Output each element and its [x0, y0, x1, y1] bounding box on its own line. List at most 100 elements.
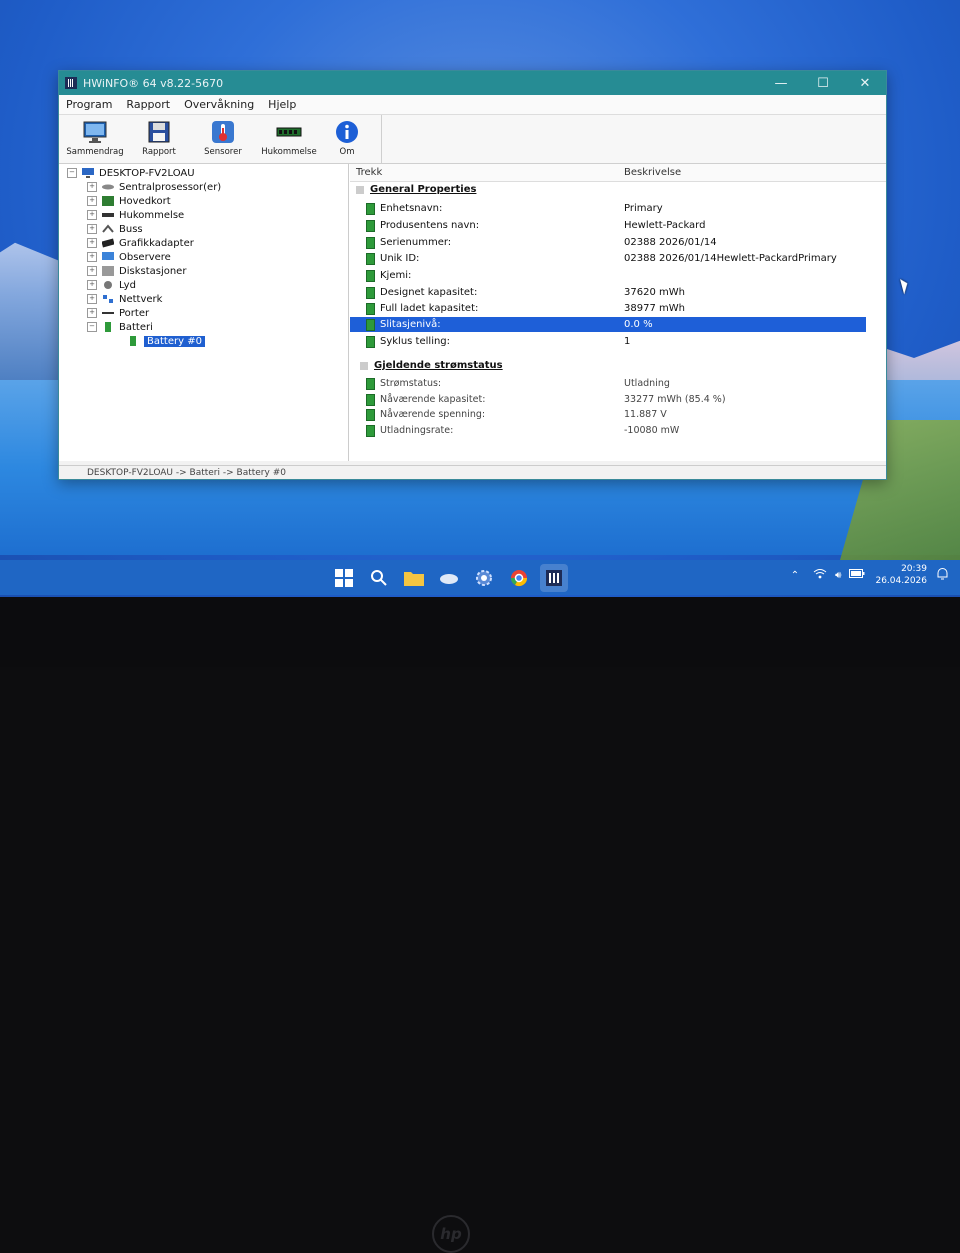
- settings-button[interactable]: [470, 564, 498, 592]
- expand-icon[interactable]: +: [87, 210, 97, 220]
- maximize-button[interactable]: ☐: [802, 76, 844, 91]
- minimize-button[interactable]: —: [760, 76, 802, 91]
- toolbar-separator: [381, 115, 382, 163]
- about-button[interactable]: Om: [327, 115, 367, 163]
- detail-row[interactable]: Syklus telling: 1: [350, 334, 866, 349]
- wifi-icon[interactable]: [813, 568, 827, 582]
- monitor-icon: [82, 119, 108, 145]
- detail-row[interactable]: Designet kapasitet: 37620 mWh: [350, 285, 866, 300]
- menu-bar: Program Rapport Overvåkning Hjelp: [59, 95, 886, 115]
- chrome-button[interactable]: [505, 564, 533, 592]
- hwinfo-taskbar-button[interactable]: [540, 564, 568, 592]
- tree-root[interactable]: − DESKTOP-FV2LOAU: [67, 166, 195, 180]
- start-button[interactable]: [330, 564, 358, 592]
- gear-icon: [476, 570, 492, 586]
- detail-row[interactable]: Unik ID: 02388 2026/01/14Hewlett-PackardP…: [350, 251, 866, 266]
- battery-icon: [366, 318, 375, 331]
- tree-item-drives[interactable]: + Diskstasjoner: [87, 264, 186, 278]
- column-header: Trekk Beskrivelse: [350, 164, 886, 182]
- battery-icon: [366, 393, 375, 406]
- network-icon: [103, 295, 113, 303]
- tree-item-cpu[interactable]: + Sentralprosessor(er): [87, 180, 221, 194]
- device-tree[interactable]: − DESKTOP-FV2LOAU + Sentralprosessor(er) …: [63, 164, 349, 461]
- battery-icon: [105, 322, 111, 332]
- battery-tray-icon[interactable]: [849, 569, 865, 581]
- expand-icon[interactable]: +: [87, 238, 97, 248]
- detail-row-selected[interactable]: Slitasjenivå: 0.0 %: [350, 317, 866, 332]
- tree-item-gpu[interactable]: + Grafikkadapter: [87, 236, 194, 250]
- expand-icon[interactable]: +: [87, 280, 97, 290]
- section-general-properties: General Properties: [356, 184, 476, 195]
- chevron-up-icon[interactable]: ⌃: [791, 570, 799, 581]
- menu-rapport[interactable]: Rapport: [119, 98, 177, 111]
- speaker-icon: [104, 281, 112, 289]
- title-bar[interactable]: HWiNFO® 64 v8.22-5670 — ☐ ✕: [59, 71, 886, 95]
- details-pane[interactable]: Trekk Beskrivelse General Properties Enh…: [350, 164, 886, 461]
- tree-item-monitors[interactable]: + Observere: [87, 250, 171, 264]
- battery-icon: [366, 377, 375, 390]
- expand-icon[interactable]: +: [87, 182, 97, 192]
- collapse-icon[interactable]: −: [67, 168, 77, 178]
- mouse-cursor-icon: [900, 277, 910, 295]
- hp-logo-icon: hp: [432, 1215, 470, 1253]
- store-button[interactable]: [435, 564, 463, 592]
- detail-row[interactable]: Enhetsnavn: Primary: [350, 201, 866, 216]
- taskbar-apps: [330, 564, 575, 592]
- detail-row[interactable]: Utladningsrate: -10080 mW: [350, 423, 866, 438]
- hwinfo-icon: [546, 570, 562, 586]
- content-area: − DESKTOP-FV2LOAU + Sentralprosessor(er) …: [59, 164, 886, 461]
- sensors-button[interactable]: Sensorer: [195, 115, 251, 163]
- tree-item-memory[interactable]: + Hukommelse: [87, 208, 184, 222]
- tree-item-ports[interactable]: + Porter: [87, 306, 149, 320]
- chrome-icon: [510, 570, 528, 587]
- detail-row[interactable]: Nåværende kapasitet: 33277 mWh (85.4 %): [350, 392, 866, 407]
- expand-icon[interactable]: +: [87, 294, 97, 304]
- battery-icon: [366, 236, 375, 249]
- clock[interactable]: 20:39 26.04.2026: [875, 563, 927, 587]
- menu-hjelp[interactable]: Hjelp: [261, 98, 303, 111]
- cloud-icon: [440, 574, 458, 584]
- detail-row[interactable]: Serienummer: 02388 2026/01/14: [350, 235, 866, 250]
- file-explorer-button[interactable]: [400, 564, 428, 592]
- tree-item-motherboard[interactable]: + Hovedkort: [87, 194, 171, 208]
- window-title: HWiNFO® 64 v8.22-5670: [83, 76, 224, 90]
- battery-icon: [366, 286, 375, 299]
- memory-button[interactable]: Hukommelse: [259, 115, 319, 163]
- expand-icon[interactable]: +: [87, 196, 97, 206]
- motherboard-icon: [102, 196, 114, 206]
- detail-row[interactable]: Strømstatus: Utladning: [350, 376, 866, 391]
- tree-item-audio[interactable]: + Lyd: [87, 278, 136, 292]
- section-power-status: Gjeldende strømstatus: [360, 360, 503, 371]
- notifications-icon[interactable]: [937, 567, 948, 583]
- tree-item-battery-0[interactable]: Battery #0: [127, 334, 205, 348]
- column-feature[interactable]: Trekk: [356, 167, 382, 178]
- expand-icon[interactable]: +: [87, 266, 97, 276]
- status-bar: DESKTOP-FV2LOAU -> Batteri -> Battery #0: [59, 465, 886, 479]
- column-description[interactable]: Beskrivelse: [624, 167, 681, 178]
- close-button[interactable]: ✕: [844, 76, 886, 91]
- tree-item-battery[interactable]: − Batteri: [87, 320, 153, 334]
- volume-icon[interactable]: 🔊︎: [835, 570, 841, 581]
- toolbar: Sammendrag Rapport Sensorer Hukommelse O…: [59, 115, 886, 164]
- thermometer-icon: [210, 119, 236, 145]
- detail-row[interactable]: Full ladet kapasitet: 38977 mWh: [350, 301, 866, 316]
- summary-button[interactable]: Sammendrag: [66, 115, 124, 163]
- expand-icon[interactable]: +: [87, 308, 97, 318]
- computer-icon: [82, 168, 94, 178]
- detail-row[interactable]: Produsentens navn: Hewlett-Packard: [350, 218, 866, 233]
- menu-overvakning[interactable]: Overvåkning: [177, 98, 261, 111]
- tree-item-bus[interactable]: + Buss: [87, 222, 143, 236]
- detail-row[interactable]: Kjemi:: [350, 268, 866, 283]
- report-button[interactable]: Rapport: [131, 115, 187, 163]
- search-button[interactable]: [365, 564, 393, 592]
- expand-icon[interactable]: +: [87, 252, 97, 262]
- menu-program[interactable]: Program: [59, 98, 119, 111]
- hwinfo-app-icon: [65, 77, 77, 89]
- detail-row[interactable]: Nåværende spenning: 11.887 V: [350, 407, 866, 422]
- gpu-icon: [102, 238, 114, 248]
- hwinfo-window: HWiNFO® 64 v8.22-5670 — ☐ ✕ Program Rapp…: [58, 70, 887, 480]
- search-icon: [371, 570, 387, 586]
- expand-icon[interactable]: +: [87, 224, 97, 234]
- collapse-icon[interactable]: −: [87, 322, 97, 332]
- tree-item-network[interactable]: + Nettverk: [87, 292, 162, 306]
